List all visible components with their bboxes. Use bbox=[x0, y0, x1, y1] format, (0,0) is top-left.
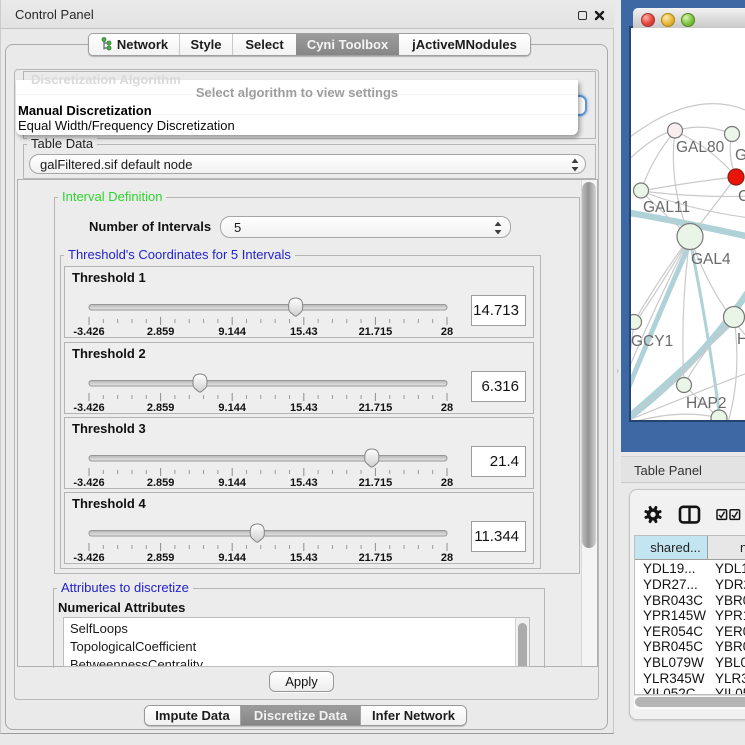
svg-text:-3.426: -3.426 bbox=[73, 477, 104, 489]
svg-text:-3.426: -3.426 bbox=[73, 402, 104, 414]
svg-text:2.859: 2.859 bbox=[147, 552, 175, 564]
svg-text:9.144: 9.144 bbox=[218, 477, 246, 489]
svg-text:9.144: 9.144 bbox=[218, 326, 246, 338]
svg-text:GAL4: GAL4 bbox=[691, 251, 731, 268]
svg-text:2.859: 2.859 bbox=[147, 402, 175, 414]
svg-text:28: 28 bbox=[441, 477, 453, 489]
svg-text:H: H bbox=[737, 331, 745, 348]
svg-text:-3.426: -3.426 bbox=[73, 552, 104, 564]
svg-text:GA: GA bbox=[735, 147, 745, 164]
svg-text:21.715: 21.715 bbox=[359, 477, 393, 489]
svg-text:15.43: 15.43 bbox=[290, 552, 318, 564]
svg-text:15.43: 15.43 bbox=[290, 477, 318, 489]
svg-text:C: C bbox=[738, 188, 745, 205]
svg-text:15.43: 15.43 bbox=[290, 402, 318, 414]
svg-text:-3.426: -3.426 bbox=[73, 326, 104, 338]
svg-text:21.715: 21.715 bbox=[359, 402, 393, 414]
svg-text:9.144: 9.144 bbox=[218, 552, 246, 564]
svg-text:GAL11: GAL11 bbox=[643, 199, 690, 216]
svg-text:GAL80: GAL80 bbox=[676, 139, 725, 156]
svg-text:28: 28 bbox=[441, 402, 453, 414]
svg-text:2.859: 2.859 bbox=[147, 477, 175, 489]
svg-text:2.859: 2.859 bbox=[147, 326, 175, 338]
svg-text:9.144: 9.144 bbox=[218, 402, 246, 414]
svg-text:15.43: 15.43 bbox=[290, 326, 318, 338]
svg-text:HAP2: HAP2 bbox=[686, 395, 727, 412]
svg-text:21.715: 21.715 bbox=[359, 552, 393, 564]
svg-text:28: 28 bbox=[441, 552, 453, 564]
svg-text:21.715: 21.715 bbox=[359, 326, 393, 338]
svg-text:GCY1: GCY1 bbox=[631, 333, 673, 350]
svg-text:28: 28 bbox=[441, 326, 453, 338]
